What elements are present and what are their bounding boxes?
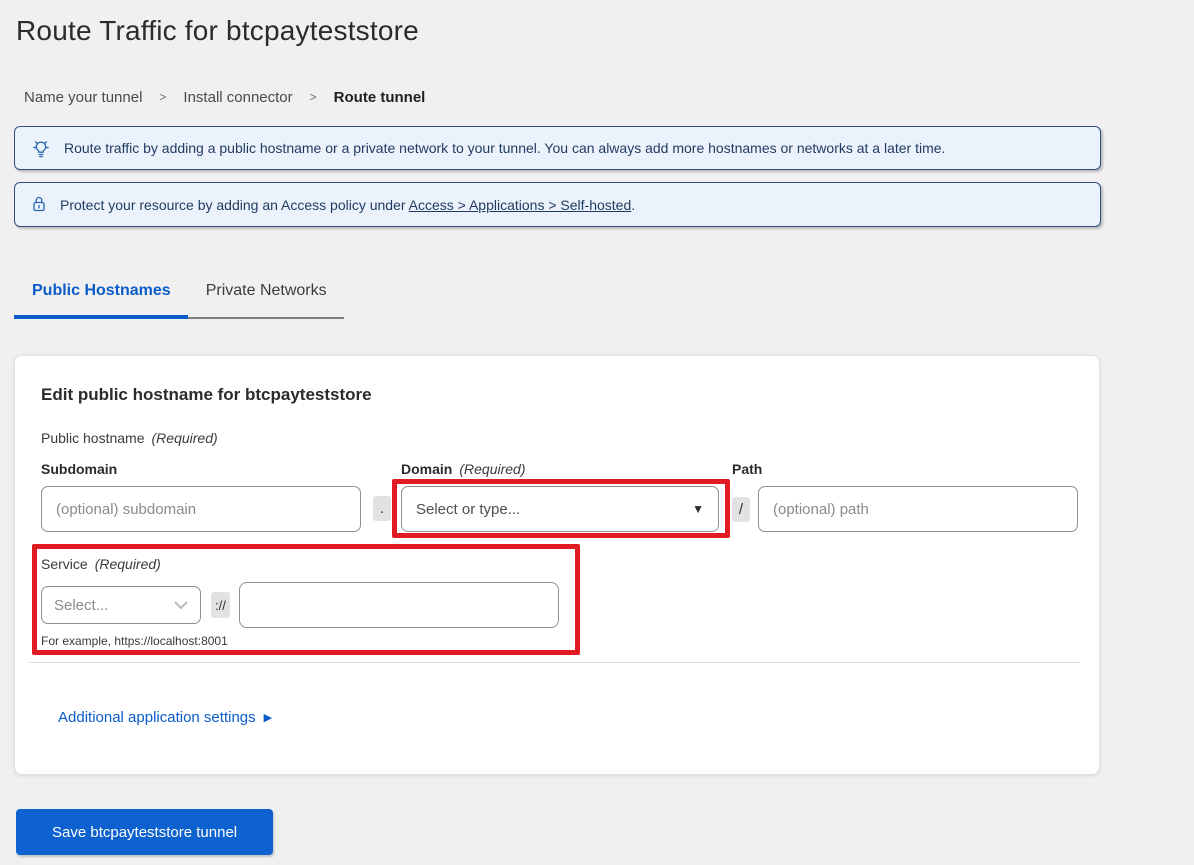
subdomain-field: Subdomain [41,461,361,532]
lightbulb-icon [31,137,51,159]
tip-banner: Route traffic by adding a public hostnam… [14,126,1101,170]
page-title: Route Traffic for btcpayteststore [16,15,1194,47]
service-type-placeholder: Select... [54,597,108,614]
domain-label-text: Domain [401,461,452,477]
additional-settings-label: Additional application settings [58,709,256,726]
service-required-note: (Required) [95,556,161,572]
breadcrumb-route-tunnel: Route tunnel [334,89,426,106]
route-traffic-page: Route Traffic for btcpayteststore Name y… [0,15,1194,865]
domain-label: Domain (Required) [401,461,719,478]
path-label: Path [732,461,1078,478]
service-label-text: Service [41,556,88,572]
public-hostname-label-text: Public hostname [41,430,145,446]
access-banner-text: Protect your resource by adding an Acces… [60,197,635,213]
card-title: Edit public hostname for btcpayteststore [41,384,1099,405]
domain-required-note: (Required) [459,461,525,477]
chevron-down-icon [174,601,188,610]
access-banner-text-after: . [631,197,635,213]
hostname-fields-row: Subdomain . Domain (Required) Select or t… [41,461,1099,532]
breadcrumb-name-your-tunnel[interactable]: Name your tunnel [24,89,142,106]
public-hostname-label: Public hostname (Required) [41,430,1099,447]
dot-separator: . [373,496,391,521]
access-banner-text-before: Protect your resource by adding an Acces… [60,197,406,213]
service-section: Service (Required) Select... :// For exam… [41,556,1099,648]
domain-select-placeholder: Select or type... [416,501,520,518]
slash-separator: / [732,497,750,522]
breadcrumb: Name your tunnel > Install connector > R… [24,88,1194,106]
public-hostname-required-note: (Required) [152,430,218,446]
caret-down-icon: ▼ [692,502,704,516]
save-tunnel-button[interactable]: Save btcpayteststore tunnel [16,809,273,855]
domain-select[interactable]: Select or type... ▼ [401,486,719,532]
edit-public-hostname-card: Edit public hostname for btcpayteststore… [14,355,1100,775]
domain-field: Domain (Required) Select or type... ▼ [401,461,719,532]
subdomain-label: Subdomain [41,461,361,478]
service-type-select[interactable]: Select... [41,586,201,624]
breadcrumb-separator: > [159,90,166,104]
service-hint: For example, https://localhost:8001 [41,634,1099,648]
additional-application-settings-link[interactable]: Additional application settings ▶ [58,709,272,726]
arrow-right-icon: ▶ [264,711,272,724]
path-field: Path / [732,461,1078,532]
service-url-input[interactable] [239,582,559,628]
path-input[interactable] [758,486,1078,532]
path-input-row: / [732,486,1078,532]
tab-public-hostnames[interactable]: Public Hostnames [14,281,188,317]
breadcrumb-install-connector[interactable]: Install connector [183,89,292,106]
hostname-tabs: Public Hostnames Private Networks [14,281,344,319]
access-policy-banner: Protect your resource by adding an Acces… [14,182,1101,227]
service-label: Service (Required) [41,556,1099,573]
section-divider [29,662,1080,663]
subdomain-input[interactable] [41,486,361,532]
service-row: Select... :// [41,581,1099,629]
access-applications-link[interactable]: Access > Applications > Self-hosted [409,197,632,213]
lock-icon [31,195,47,214]
scheme-separator: :// [211,592,230,618]
tab-private-networks[interactable]: Private Networks [188,281,344,317]
tip-banner-text: Route traffic by adding a public hostnam… [64,140,945,156]
breadcrumb-separator: > [310,90,317,104]
